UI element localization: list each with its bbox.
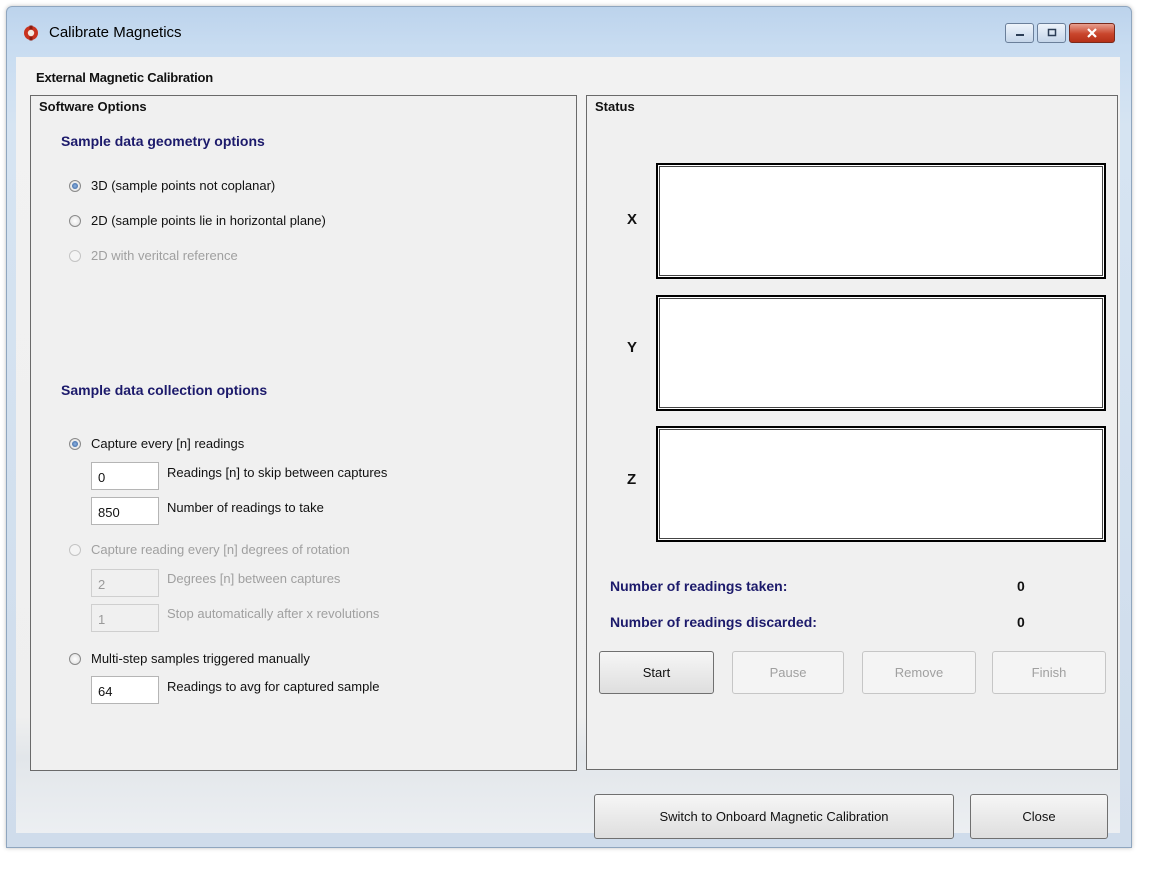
window-controls (1002, 23, 1115, 43)
y-axis-display (656, 295, 1106, 411)
radio-2d-vertical: 2D with veritcal reference (69, 248, 238, 263)
status-label: Status (595, 99, 635, 114)
window-title: Calibrate Magnetics (49, 24, 182, 41)
client-area: External Magnetic Calibration Software O… (16, 57, 1120, 839)
radio-3d-label: 3D (sample points not coplanar) (91, 178, 276, 193)
minimize-icon[interactable] (1005, 23, 1034, 43)
maximize-icon[interactable] (1037, 23, 1066, 43)
radio-capture-every-label: Capture every [n] readings (91, 436, 245, 451)
skip-readings-label: Readings [n] to skip between captures (167, 465, 388, 480)
y-axis-label: Y (627, 339, 638, 356)
degrees-label: Degrees [n] between captures (167, 571, 341, 586)
app-icon (24, 25, 38, 41)
pause-button: Pause (732, 651, 844, 694)
software-options-group: Software Options Sample data geometry op… (30, 95, 577, 771)
radio-multi-step[interactable]: Multi-step samples triggered manually (69, 651, 310, 666)
revolutions-label: Stop automatically after x revolutions (167, 606, 380, 621)
skip-readings-input[interactable]: 0 (91, 462, 159, 490)
radio-multi-step-label: Multi-step samples triggered manually (91, 651, 310, 666)
readings-taken-value: 0 (1017, 578, 1025, 594)
radio-3d[interactable]: 3D (sample points not coplanar) (69, 178, 275, 193)
avg-readings-label: Readings to avg for captured sample (167, 679, 380, 694)
calibrate-magnetics-window: Calibrate Magnetics External Magnetic Ca… (6, 6, 1132, 848)
radio-capture-every[interactable]: Capture every [n] readings (69, 436, 244, 451)
page-title: External Magnetic Calibration (36, 70, 213, 85)
radio-2d-vertical-button (69, 249, 81, 262)
radio-capture-rotation-button (69, 543, 81, 556)
avg-readings-input[interactable]: 64 (91, 676, 159, 704)
software-options-label: Software Options (39, 99, 147, 114)
readings-taken-label: Number of readings taken: (610, 578, 788, 594)
status-group-header: Status (586, 95, 1118, 124)
degrees-input: 2 (91, 569, 159, 597)
radio-3d-button[interactable] (69, 179, 81, 192)
readings-count-label: Number of readings to take (167, 500, 324, 515)
title-bar[interactable]: Calibrate Magnetics (7, 7, 1131, 57)
radio-multi-step-button[interactable] (69, 652, 81, 665)
readings-discarded-value: 0 (1017, 614, 1025, 630)
x-axis-display (656, 163, 1106, 279)
radio-2d-label: 2D (sample points lie in horizontal plan… (91, 213, 326, 228)
radio-capture-rotation-label: Capture reading every [n] degrees of rot… (91, 542, 350, 557)
start-button[interactable]: Start (599, 651, 714, 694)
radio-capture-rotation: Capture reading every [n] degrees of rot… (69, 542, 350, 557)
revolutions-input: 1 (91, 604, 159, 632)
z-axis-label: Z (627, 471, 637, 488)
radio-2d[interactable]: 2D (sample points lie in horizontal plan… (69, 213, 326, 228)
geometry-options-title: Sample data geometry options (61, 133, 265, 149)
z-axis-display (656, 426, 1106, 542)
close-button[interactable]: Close (970, 794, 1108, 839)
remove-button: Remove (862, 651, 976, 694)
readings-count-input[interactable]: 850 (91, 497, 159, 525)
readings-discarded-label: Number of readings discarded: (610, 614, 817, 630)
close-icon[interactable] (1069, 23, 1115, 43)
switch-onboard-button[interactable]: Switch to Onboard Magnetic Calibration (594, 794, 954, 839)
radio-2d-vertical-label: 2D with veritcal reference (91, 248, 238, 263)
collection-options-title: Sample data collection options (61, 382, 268, 398)
radio-2d-button[interactable] (69, 214, 81, 227)
x-axis-label: X (627, 211, 638, 228)
radio-capture-every-button[interactable] (69, 437, 81, 450)
finish-button: Finish (992, 651, 1106, 694)
